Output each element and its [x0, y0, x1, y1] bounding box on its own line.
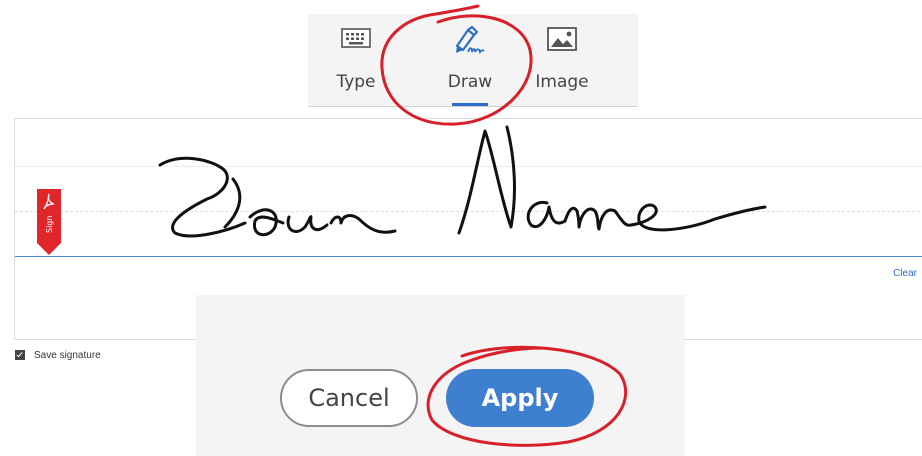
dialog-actions: Cancel Apply: [196, 295, 685, 456]
tab-type[interactable]: Type: [316, 14, 396, 106]
save-signature-label: Save signature: [34, 349, 101, 361]
sign-here-tag: Sign: [37, 189, 61, 255]
tab-image[interactable]: Image: [522, 14, 602, 106]
tab-image-label: Image: [535, 72, 589, 92]
drawn-signature: [158, 125, 767, 238]
keyboard-icon: [341, 26, 371, 55]
pen-icon: [454, 25, 486, 61]
tab-type-label: Type: [336, 72, 376, 92]
signature-mode-tabs: Type Draw Image: [308, 14, 638, 107]
active-tab-indicator: [452, 103, 488, 106]
save-signature-row: Save signature: [15, 348, 101, 362]
save-signature-checkbox[interactable]: [15, 350, 25, 360]
tab-draw-label: Draw: [447, 72, 493, 92]
signature-dialog: Type Draw Image Sign Clear Save signatur…: [0, 0, 922, 456]
sign-tag-label: Sign: [45, 216, 54, 233]
image-icon: [546, 26, 578, 57]
apply-button[interactable]: Apply: [446, 369, 594, 427]
clear-signature-link[interactable]: Clear: [893, 268, 917, 279]
tab-draw[interactable]: Draw: [430, 14, 510, 106]
cancel-button[interactable]: Cancel: [280, 369, 418, 427]
